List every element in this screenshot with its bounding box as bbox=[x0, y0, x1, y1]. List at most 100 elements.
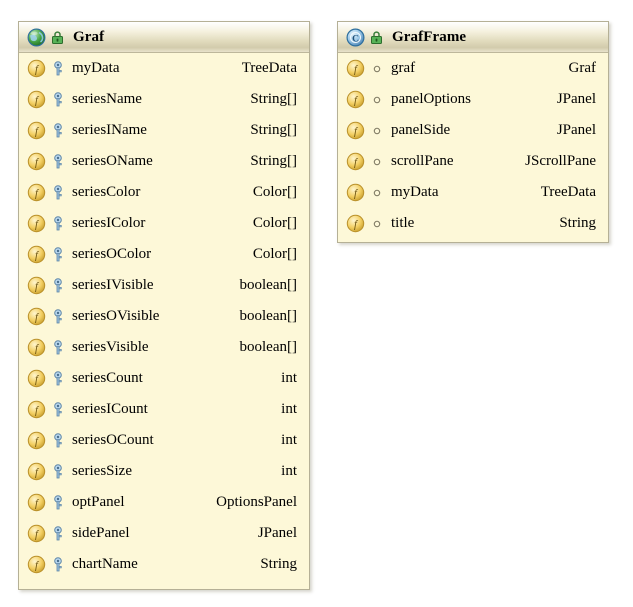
field-icon: f bbox=[27, 276, 46, 295]
member-name: optPanel bbox=[72, 494, 125, 510]
member-type: String[] bbox=[250, 153, 297, 169]
key-icon bbox=[51, 185, 65, 201]
field-icon: f bbox=[27, 555, 46, 574]
key-icon bbox=[51, 61, 65, 77]
table-row[interactable]: f graf Graf bbox=[338, 53, 608, 84]
member-type: JPanel bbox=[556, 122, 596, 138]
member-list-grafframe: f graf Graf f panelOptions JPanel f pane… bbox=[338, 53, 608, 239]
key-icon bbox=[51, 557, 65, 573]
table-row[interactable]: f panelSide JPanel bbox=[338, 115, 608, 146]
diagram-canvas: Graf f myData TreeData f seriesName Stri… bbox=[0, 0, 633, 607]
member-type: String bbox=[260, 556, 297, 572]
key-icon bbox=[51, 371, 65, 387]
class-circle-icon: C bbox=[346, 28, 365, 47]
key-icon bbox=[51, 92, 65, 108]
member-name: title bbox=[391, 215, 415, 231]
table-row[interactable]: f seriesIVisible boolean[] bbox=[19, 270, 309, 301]
member-type: int bbox=[281, 370, 297, 386]
field-icon: f bbox=[346, 152, 365, 171]
field-icon: f bbox=[27, 152, 46, 171]
field-icon: f bbox=[346, 183, 365, 202]
table-row[interactable]: f seriesCount int bbox=[19, 363, 309, 394]
field-icon: f bbox=[27, 462, 46, 481]
member-name: sidePanel bbox=[72, 525, 130, 541]
table-row[interactable]: f seriesSize int bbox=[19, 456, 309, 487]
class-header-grafframe[interactable]: C GrafFrame bbox=[338, 22, 608, 53]
key-icon bbox=[51, 154, 65, 170]
table-row[interactable]: f seriesIName String[] bbox=[19, 115, 309, 146]
package-circle-icon bbox=[370, 61, 384, 77]
member-type: int bbox=[281, 432, 297, 448]
package-circle-icon bbox=[370, 92, 384, 108]
member-name: seriesCount bbox=[72, 370, 143, 386]
class-title: Graf bbox=[73, 28, 105, 45]
member-type: int bbox=[281, 401, 297, 417]
member-name: seriesOVisible bbox=[72, 308, 160, 324]
key-icon bbox=[51, 402, 65, 418]
lock-icon bbox=[369, 30, 384, 45]
package-circle-icon bbox=[370, 216, 384, 232]
table-row[interactable]: f scrollPane JScrollPane bbox=[338, 146, 608, 177]
field-icon: f bbox=[27, 524, 46, 543]
table-row[interactable]: f title String bbox=[338, 208, 608, 239]
class-globe-icon bbox=[27, 28, 46, 47]
key-icon bbox=[51, 247, 65, 263]
class-box-grafframe[interactable]: C GrafFrame f graf Graf f panelOptions J… bbox=[337, 21, 609, 243]
member-name: seriesSize bbox=[72, 463, 132, 479]
field-icon: f bbox=[27, 307, 46, 326]
member-type: Color[] bbox=[252, 184, 297, 200]
table-row[interactable]: f seriesOVisible boolean[] bbox=[19, 301, 309, 332]
member-name: chartName bbox=[72, 556, 138, 572]
key-icon bbox=[51, 433, 65, 449]
table-row[interactable]: f chartName String bbox=[19, 549, 309, 580]
field-icon: f bbox=[346, 59, 365, 78]
key-icon bbox=[51, 464, 65, 480]
field-icon: f bbox=[27, 214, 46, 233]
member-name: seriesICount bbox=[72, 401, 148, 417]
member-type: TreeData bbox=[540, 184, 596, 200]
member-name: graf bbox=[391, 60, 416, 76]
table-row[interactable]: f optPanel OptionsPanel bbox=[19, 487, 309, 518]
member-type: boolean[] bbox=[239, 308, 297, 324]
table-row[interactable]: f seriesIColor Color[] bbox=[19, 208, 309, 239]
table-row[interactable]: f seriesICount int bbox=[19, 394, 309, 425]
field-icon: f bbox=[27, 59, 46, 78]
class-box-graf[interactable]: Graf f myData TreeData f seriesName Stri… bbox=[18, 21, 310, 590]
member-name: seriesIVisible bbox=[72, 277, 154, 293]
table-row[interactable]: f seriesOName String[] bbox=[19, 146, 309, 177]
field-icon: f bbox=[346, 121, 365, 140]
member-type: JPanel bbox=[257, 525, 297, 541]
table-row[interactable]: f sidePanel JPanel bbox=[19, 518, 309, 549]
member-name: seriesOCount bbox=[72, 432, 154, 448]
table-row[interactable]: f seriesName String[] bbox=[19, 84, 309, 115]
member-type: JScrollPane bbox=[525, 153, 596, 169]
key-icon bbox=[51, 495, 65, 511]
package-circle-icon bbox=[370, 154, 384, 170]
field-icon: f bbox=[27, 90, 46, 109]
table-row[interactable]: f seriesOCount int bbox=[19, 425, 309, 456]
table-row[interactable]: f myData TreeData bbox=[19, 53, 309, 84]
member-type: JPanel bbox=[556, 91, 596, 107]
class-header-graf[interactable]: Graf bbox=[19, 22, 309, 53]
table-row[interactable]: f seriesOColor Color[] bbox=[19, 239, 309, 270]
table-row[interactable]: f seriesColor Color[] bbox=[19, 177, 309, 208]
key-icon bbox=[51, 340, 65, 356]
field-icon: f bbox=[346, 90, 365, 109]
table-row[interactable]: f panelOptions JPanel bbox=[338, 84, 608, 115]
member-name: seriesOName bbox=[72, 153, 153, 169]
member-name: seriesName bbox=[72, 91, 142, 107]
member-type: int bbox=[281, 463, 297, 479]
table-row[interactable]: f seriesVisible boolean[] bbox=[19, 332, 309, 363]
member-type: TreeData bbox=[241, 60, 297, 76]
key-icon bbox=[51, 123, 65, 139]
member-name: scrollPane bbox=[391, 153, 454, 169]
member-name: seriesVisible bbox=[72, 339, 149, 355]
member-type: Graf bbox=[568, 60, 596, 76]
field-icon: f bbox=[27, 400, 46, 419]
member-name: panelOptions bbox=[391, 91, 471, 107]
table-row[interactable]: f myData TreeData bbox=[338, 177, 608, 208]
member-name: seriesIName bbox=[72, 122, 147, 138]
key-icon bbox=[51, 278, 65, 294]
member-type: String bbox=[559, 215, 596, 231]
lock-icon bbox=[50, 30, 65, 45]
